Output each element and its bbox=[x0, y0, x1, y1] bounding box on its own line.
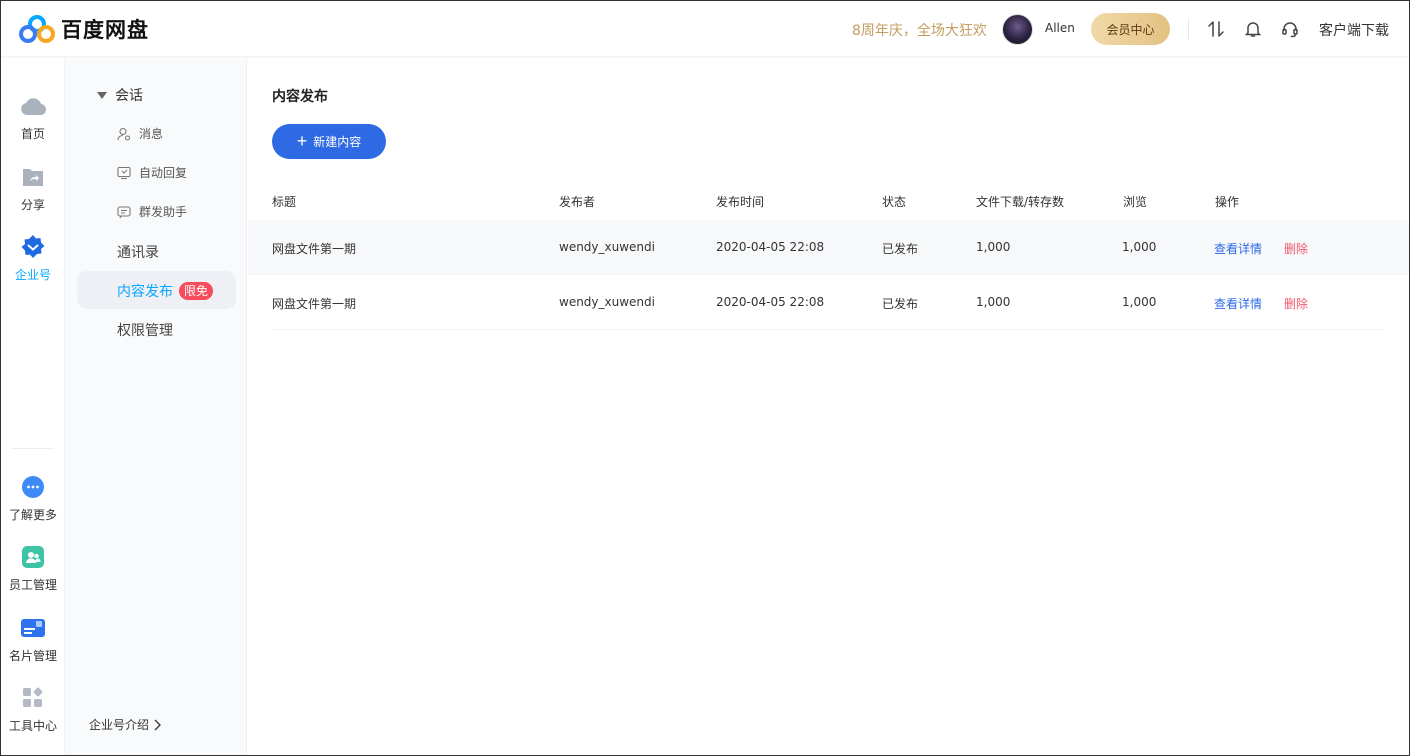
sidebar-item-contacts[interactable]: 通讯录 bbox=[117, 242, 159, 262]
column-header-downloads: 文件下载/转存数 bbox=[976, 195, 1065, 209]
sidebar-item-label: 自动回复 bbox=[139, 166, 188, 180]
brand-name: 百度网盘 bbox=[61, 18, 149, 42]
nav-item-learn-more[interactable]: 了解更多 bbox=[1, 474, 65, 523]
column-header-time: 发布时间 bbox=[716, 195, 765, 209]
sidebar-group-label: 会话 bbox=[115, 88, 143, 104]
sidebar-item-broadcast[interactable]: 群发助手 bbox=[117, 203, 187, 220]
content-table: 标题 发布者 发布时间 状态 文件下载/转存数 浏览 操作 网盘文件第一期 we… bbox=[248, 182, 1409, 330]
column-header-publisher: 发布者 bbox=[559, 195, 596, 209]
nav-item-tools[interactable]: 工具中心 bbox=[1, 685, 65, 734]
nav-label-learn-more: 了解更多 bbox=[8, 508, 57, 522]
top-header: 百度网盘 8周年庆，全场大狂欢 Allen 会员中心 客户端下载 bbox=[1, 1, 1409, 57]
cell-publisher: wendy_xuwendi bbox=[559, 240, 655, 254]
baidu-netdisk-logo-icon bbox=[19, 14, 55, 44]
user-avatar[interactable] bbox=[1002, 14, 1033, 45]
enterprise-badge-icon bbox=[20, 234, 46, 260]
column-header-views: 浏览 bbox=[1123, 195, 1148, 209]
bell-icon[interactable] bbox=[1243, 19, 1263, 39]
cell-status: 已发布 bbox=[882, 242, 919, 256]
broadcast-chat-icon bbox=[117, 205, 131, 218]
cell-publisher: wendy_xuwendi bbox=[559, 295, 655, 309]
new-content-label: 新建内容 bbox=[313, 135, 362, 149]
column-header-status: 状态 bbox=[882, 195, 907, 209]
nav-label-staff: 员工管理 bbox=[8, 578, 57, 592]
cell-views: 1,000 bbox=[1122, 240, 1157, 254]
app-window: 百度网盘 8周年庆，全场大狂欢 Allen 会员中心 客户端下载 首页 分享 企… bbox=[0, 0, 1410, 756]
sidebar-item-content-publish-label[interactable]: 内容发布 限免 bbox=[117, 281, 214, 301]
username[interactable]: Allen bbox=[1045, 21, 1075, 35]
primary-icon-nav: 首页 分享 企业号 了解更多 员工管理 名片管理 工具中心 bbox=[1, 58, 65, 755]
sidebar-item-permissions[interactable]: 权限管理 bbox=[117, 320, 173, 340]
brand-logo[interactable]: 百度网盘 bbox=[19, 14, 149, 44]
nav-item-card[interactable]: 名片管理 bbox=[1, 615, 65, 664]
nav-label-enterprise: 企业号 bbox=[14, 268, 51, 282]
client-download-link[interactable]: 客户端下载 bbox=[1319, 20, 1389, 40]
sidebar-item-label: 内容发布 bbox=[117, 284, 173, 300]
enterprise-intro-link[interactable]: 企业号介绍 bbox=[89, 716, 161, 733]
nav-item-enterprise[interactable]: 企业号 bbox=[1, 234, 65, 283]
sidebar-group-session[interactable]: 会话 bbox=[97, 85, 143, 105]
nav-label-share: 分享 bbox=[20, 198, 45, 212]
free-limited-badge: 限免 bbox=[179, 282, 214, 300]
cell-status: 已发布 bbox=[882, 297, 919, 311]
delete-link[interactable]: 删除 bbox=[1284, 240, 1308, 257]
view-details-link[interactable]: 查看详情 bbox=[1214, 240, 1262, 257]
sidebar-item-auto-reply[interactable]: 自动回复 bbox=[117, 164, 187, 181]
table-row[interactable]: 网盘文件第一期 wendy_xuwendi 2020-04-05 22:08 已… bbox=[272, 275, 1385, 330]
chevron-right-icon bbox=[154, 719, 161, 730]
cell-time: 2020-04-05 22:08 bbox=[716, 295, 825, 309]
auto-reply-icon bbox=[117, 166, 131, 179]
enterprise-sidebar: 会话 消息 自动回复 群发助手 通讯录 内容发布 限免 权限管理 企业号介绍 bbox=[65, 58, 247, 755]
nav-item-share[interactable]: 分享 bbox=[1, 164, 65, 213]
headset-support-icon[interactable] bbox=[1280, 19, 1300, 39]
page-title: 内容发布 bbox=[272, 89, 328, 105]
vip-center-button[interactable]: 会员中心 bbox=[1091, 13, 1170, 45]
main-content: 内容发布 + 新建内容 标题 发布者 发布时间 状态 文件下载/转存数 浏览 操… bbox=[248, 58, 1409, 755]
sidebar-item-label: 群发助手 bbox=[139, 205, 188, 219]
cell-views: 1,000 bbox=[1122, 295, 1157, 309]
view-details-link[interactable]: 查看详情 bbox=[1214, 295, 1262, 312]
header-divider bbox=[1188, 19, 1189, 39]
cell-title: 网盘文件第一期 bbox=[272, 242, 357, 256]
sidebar-item-label: 消息 bbox=[139, 127, 164, 141]
tools-icon bbox=[20, 685, 46, 711]
promo-banner-link[interactable]: 8周年庆，全场大狂欢 bbox=[852, 20, 987, 40]
cell-downloads: 1,000 bbox=[976, 295, 1011, 309]
table-row[interactable]: 网盘文件第一期 wendy_xuwendi 2020-04-05 22:08 已… bbox=[248, 220, 1409, 275]
transfer-icon[interactable] bbox=[1206, 19, 1226, 39]
caret-down-icon bbox=[97, 91, 107, 99]
nav-label-home: 首页 bbox=[20, 127, 45, 141]
nav-label-card: 名片管理 bbox=[8, 649, 57, 663]
share-folder-icon bbox=[20, 164, 46, 190]
sidebar-item-messages[interactable]: 消息 bbox=[117, 125, 163, 142]
column-header-actions: 操作 bbox=[1215, 195, 1240, 209]
cell-title: 网盘文件第一期 bbox=[272, 297, 357, 311]
nav-item-home[interactable]: 首页 bbox=[1, 93, 65, 142]
enterprise-intro-label: 企业号介绍 bbox=[89, 718, 150, 732]
table-header: 标题 发布者 发布时间 状态 文件下载/转存数 浏览 操作 bbox=[248, 182, 1409, 220]
cloud-icon bbox=[20, 93, 46, 119]
plus-icon: + bbox=[296, 130, 308, 151]
new-content-button[interactable]: + 新建内容 bbox=[272, 124, 386, 159]
nav-label-tools: 工具中心 bbox=[8, 719, 57, 733]
column-header-title: 标题 bbox=[272, 195, 297, 209]
more-dots-icon bbox=[20, 474, 46, 500]
user-message-icon bbox=[117, 127, 131, 141]
nav-item-staff[interactable]: 员工管理 bbox=[1, 544, 65, 593]
cell-time: 2020-04-05 22:08 bbox=[716, 240, 825, 254]
cell-downloads: 1,000 bbox=[976, 240, 1011, 254]
card-icon bbox=[20, 615, 46, 641]
nav-divider bbox=[11, 448, 54, 449]
staff-icon bbox=[20, 544, 46, 570]
delete-link[interactable]: 删除 bbox=[1284, 295, 1308, 312]
